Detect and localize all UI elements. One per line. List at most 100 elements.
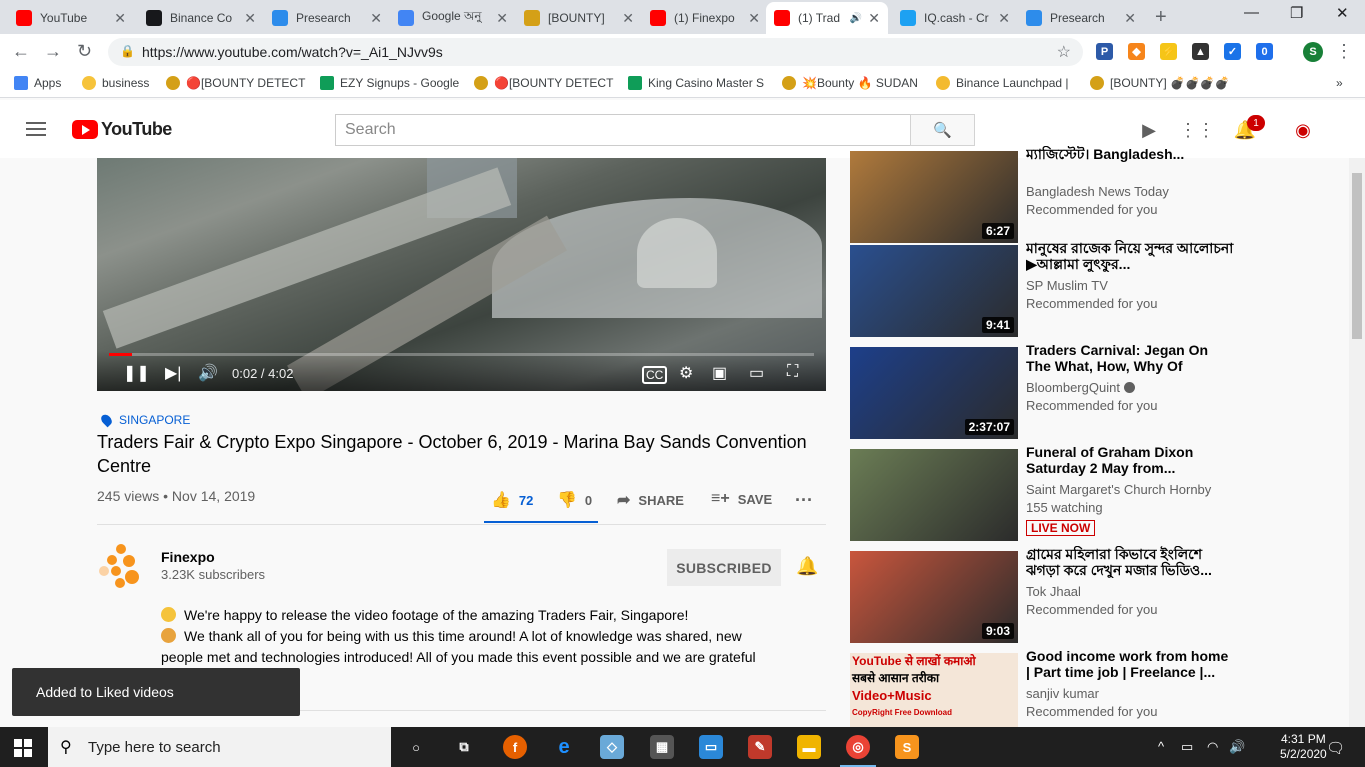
bookmark-item[interactable]: business [82, 76, 162, 90]
presearch-extension-icon[interactable]: P [1096, 43, 1113, 60]
related-channel-name[interactable]: Bangladesh News Today [1026, 184, 1169, 199]
hamburger-menu-icon[interactable] [26, 122, 46, 136]
lightning-extension-icon[interactable]: ⚡ [1160, 43, 1177, 60]
next-icon[interactable]: ▶| [165, 363, 181, 383]
video-thumbnail[interactable]: 9:41 [850, 245, 1018, 337]
browser-tab[interactable]: (1) Finexpo ✕ [642, 2, 768, 34]
related-video-item[interactable]: Funeral of Graham Dixon Saturday 2 May f… [850, 444, 1345, 541]
tab-close-icon[interactable]: ✕ [622, 10, 634, 27]
search-box[interactable] [335, 114, 911, 146]
minimize-icon[interactable]: — [1244, 4, 1259, 21]
youtube-logo[interactable]: YouTube [72, 119, 172, 140]
related-video-title[interactable]: মানুষের রাজেক নিয়ে সুন্দর আলোচনা ▶আল্লা… [1026, 240, 1236, 272]
chrome-icon[interactable]: ◎ [840, 735, 876, 767]
pause-icon[interactable]: ❚❚ [123, 363, 150, 383]
wifi-icon[interactable]: ◠ [1207, 739, 1218, 755]
tab-close-icon[interactable]: ✕ [748, 10, 760, 27]
create-video-icon[interactable]: ▶ [1138, 119, 1160, 141]
browser-tab[interactable]: [BOUNTY] ✕ [516, 2, 642, 34]
related-video-item[interactable]: 9:03 গ্রামের মহিলারা কিভাবে ইংলিশে ঝগড়া … [850, 546, 1345, 643]
video-player[interactable]: ❚❚ ▶| 🔊 0:02 / 4:02 CC ⚙ ▣ ▭ ⛶ [97, 158, 826, 391]
tab-close-icon[interactable]: ✕ [370, 10, 382, 27]
bookmark-item[interactable]: 💥Bounty 🔥 SUDAN [782, 76, 927, 90]
video-thumbnail[interactable]: 6:27 [850, 151, 1018, 243]
more-bookmarks-icon[interactable]: » [1336, 76, 1343, 90]
location-hashtag[interactable]: SINGAPORE [99, 412, 190, 428]
browser-tab[interactable]: IQ.cash - Cr ✕ [892, 2, 1018, 34]
bookmark-item[interactable]: [BOUNTY] 💣💣💣💣 [1090, 76, 1235, 90]
related-channel-name[interactable]: Saint Margaret's Church Hornby [1026, 482, 1211, 497]
tab-close-icon[interactable]: ✕ [114, 10, 126, 27]
account-avatar-icon[interactable]: ◉ [1292, 119, 1314, 141]
new-tab-icon[interactable]: + [1155, 6, 1167, 29]
bookmark-item[interactable]: Binance Launchpad | [936, 76, 1081, 90]
related-video-title[interactable]: ম্যাজিস্টেট। Bangladesh... [1026, 146, 1236, 162]
miniplayer-icon[interactable]: ▣ [712, 363, 727, 383]
related-video-item[interactable]: 6:27 ম্যাজিস্টেট। Bangladesh... Bangladesh… [850, 146, 1345, 243]
bookmark-item[interactable]: EZY Signups - Google [320, 76, 465, 90]
related-video-title[interactable]: Traders Carnival: Jegan On The What, How… [1026, 342, 1236, 376]
address-bar[interactable]: 🔒 https://www.youtube.com/watch?v=_Ai1_N… [108, 38, 1083, 66]
metamask-extension-icon[interactable]: ◆ [1128, 43, 1145, 60]
tab-close-icon[interactable]: ✕ [496, 10, 508, 27]
related-channel-name[interactable]: SP Muslim TV [1026, 278, 1108, 293]
tab-audio-icon[interactable]: 🔊 [850, 13, 862, 24]
reload-icon[interactable]: ↻ [77, 41, 92, 62]
volume-tray-icon[interactable]: 🔊 [1229, 739, 1245, 755]
search-button[interactable]: 🔍 [910, 114, 975, 146]
cortana-icon[interactable]: ○ [404, 735, 428, 759]
video-thumbnail[interactable] [850, 449, 1018, 541]
checkmark-extension-icon[interactable]: ✓ [1224, 43, 1241, 60]
brave-extension-icon[interactable]: ▲ [1192, 43, 1209, 60]
related-video-item[interactable]: 2:37:07 Traders Carnival: Jegan On The Wh… [850, 342, 1345, 439]
paint-icon[interactable]: ✎ [748, 735, 772, 759]
app-icon[interactable]: ◇ [600, 735, 624, 759]
tray-chevron-icon[interactable]: ^ [1158, 739, 1164, 754]
video-progress-bar[interactable] [109, 353, 814, 356]
apps-grid-icon[interactable]: ⋮⋮ [1179, 119, 1215, 141]
edge-icon[interactable]: e [552, 735, 576, 759]
task-view-icon[interactable]: ⧉ [452, 735, 476, 759]
video-thumbnail[interactable]: 2:37:07 [850, 347, 1018, 439]
windows-start-icon[interactable] [14, 739, 32, 757]
browser-tab[interactable]: YouTube ✕ [8, 2, 134, 34]
theater-mode-icon[interactable]: ▭ [749, 363, 764, 383]
fullscreen-icon[interactable]: ⛶ [787, 363, 798, 381]
file-explorer-icon[interactable]: ▬ [797, 735, 821, 759]
action-center-icon[interactable]: 🗨 [1326, 739, 1345, 757]
tab-close-icon[interactable]: ✕ [244, 10, 256, 27]
subscribe-button[interactable]: SUBSCRIBED [667, 549, 781, 586]
profile-avatar[interactable]: S [1303, 42, 1323, 62]
browser-tab[interactable]: Presearch ✕ [1018, 2, 1144, 34]
remote-desktop-icon[interactable]: ▭ [699, 735, 723, 759]
zero-extension-icon[interactable]: 0 [1256, 43, 1273, 60]
related-channel-name[interactable]: Tok Jhaal [1026, 584, 1081, 599]
captions-icon[interactable]: CC [642, 366, 668, 384]
menu-dots-icon[interactable]: ⋮ [1335, 41, 1353, 62]
notification-bell-icon[interactable]: 🔔 [796, 556, 818, 577]
settings-gear-icon[interactable]: ⚙ [679, 363, 693, 383]
related-channel-name[interactable]: BloombergQuint [1026, 380, 1135, 395]
page-scrollbar[interactable] [1349, 158, 1365, 728]
bookmark-item[interactable]: 🔴[BOUNTY DETECT [166, 76, 306, 90]
scrollbar-thumb[interactable] [1352, 173, 1362, 339]
sublime-icon[interactable]: S [895, 735, 919, 759]
related-video-title[interactable]: Funeral of Graham Dixon Saturday 2 May f… [1026, 444, 1236, 476]
forward-icon[interactable]: → [44, 41, 62, 62]
browser-tab[interactable]: Presearch ✕ [264, 2, 390, 34]
tab-close-icon[interactable]: ✕ [998, 10, 1010, 27]
close-window-icon[interactable]: ✕ [1336, 4, 1349, 22]
bookmark-item[interactable]: 🔴[BOUNTY DETECT [474, 76, 614, 90]
browser-tab[interactable]: (1) Trad 🔊 ✕ [766, 2, 888, 34]
channel-avatar[interactable] [97, 542, 145, 590]
save-button[interactable]: ≡+ SAVE [711, 490, 772, 508]
tab-close-icon[interactable]: ✕ [868, 10, 880, 27]
related-video-title[interactable]: গ্রামের মহিলারা কিভাবে ইংলিশে ঝগড়া করে … [1026, 546, 1236, 578]
search-input[interactable] [336, 115, 910, 145]
calculator-icon[interactable]: ▦ [650, 735, 674, 759]
bookmark-star-icon[interactable]: ☆ [1057, 42, 1071, 62]
system-clock[interactable]: 4:31 PM 5/2/2020 [1280, 732, 1327, 762]
video-thumbnail[interactable]: 9:03 [850, 551, 1018, 643]
tab-close-icon[interactable]: ✕ [1124, 10, 1136, 27]
channel-name[interactable]: Finexpo [161, 549, 215, 565]
